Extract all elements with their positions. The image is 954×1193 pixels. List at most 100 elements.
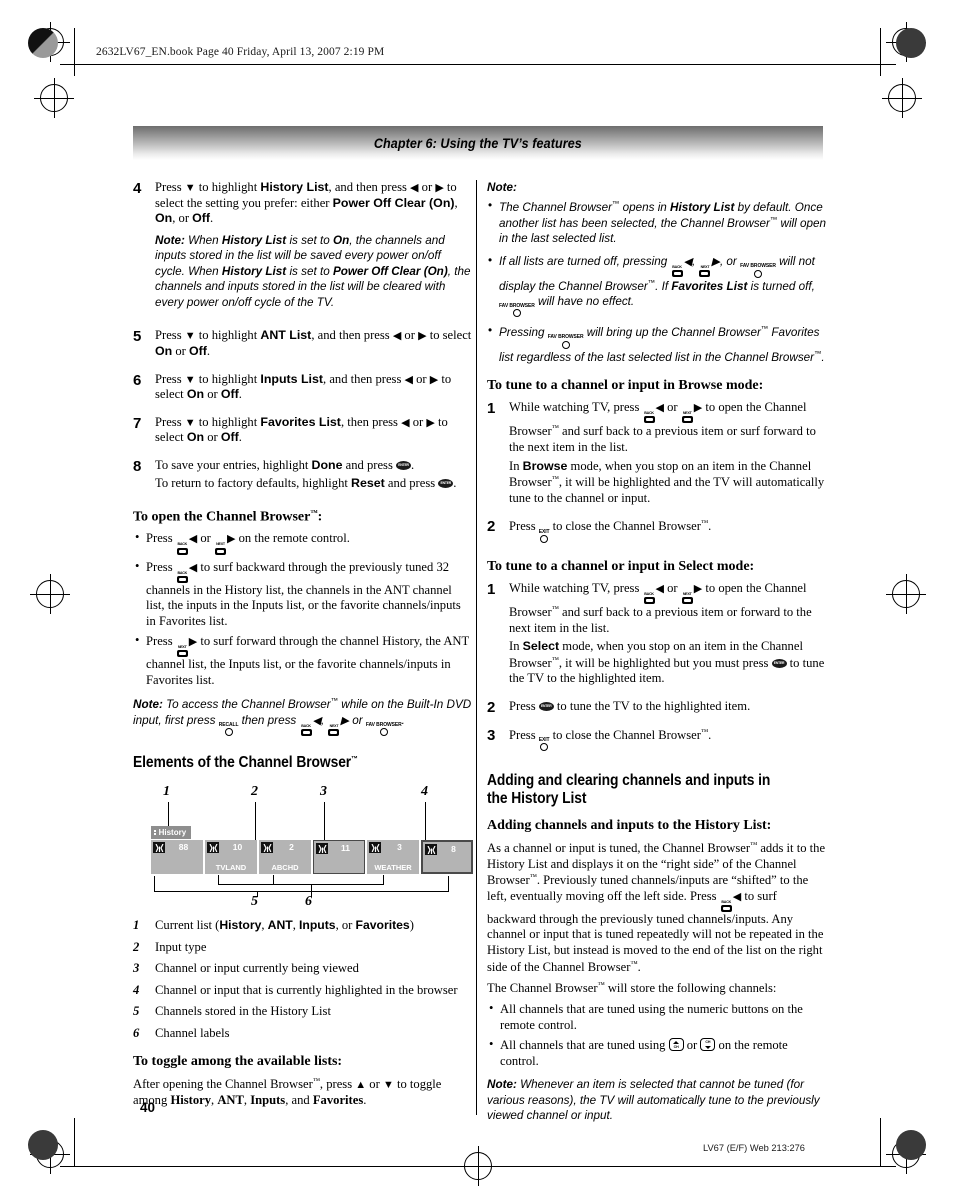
browse-mode-heading: To tune to a channel or input in Browse … (487, 378, 764, 394)
crop-line-right-bottom-vertical (880, 1118, 881, 1166)
browse-mode-steps: 1 While watching TV, press BACK ◀ or NEXT ▶… (487, 400, 827, 546)
back-button-icon[interactable]: BACK (176, 543, 189, 555)
leader-line-1 (168, 802, 169, 827)
channel-number: 10 (232, 842, 243, 853)
trademark-mark: ™ (597, 980, 605, 990)
trademark-mark: ™ (612, 198, 620, 208)
crop-line-right-vertical (880, 28, 881, 76)
antenna-icon-shape (370, 843, 380, 852)
channel-cell[interactable]: 10 TVLAND (205, 840, 257, 875)
select-mode-heading: To tune to a channel or input in Select … (487, 559, 755, 575)
antenna-icon-shape (208, 843, 218, 852)
fav-browser-button-icon[interactable]: FAV BROWSER (366, 722, 402, 737)
corner-color-dot-top-right (896, 28, 926, 58)
channel-label: WEATHER (374, 862, 412, 872)
legend-text: Channel or input that is currently highl… (155, 982, 458, 997)
next-button-icon[interactable]: NEXT (327, 724, 340, 736)
antenna-input-icon (153, 842, 165, 854)
toggle-section-text: After opening the Channel Browser™, pres… (133, 1075, 442, 1107)
exit-button-icon[interactable]: EXIT (539, 737, 550, 752)
back-button-icon[interactable]: BACK (643, 412, 656, 424)
bracket-5-rule (154, 891, 449, 893)
leader-line-2 (255, 802, 256, 843)
page-number: 40 (140, 1100, 156, 1115)
antenna-input-icon (369, 842, 381, 854)
legend-item: 6 Channel labels (133, 1026, 473, 1041)
trademark-mark: ™ (529, 872, 537, 882)
crop-line-bottom-horizontal (60, 1166, 896, 1167)
next-button-icon[interactable]: NEXT (214, 543, 227, 555)
step-text: In Select mode, when you stop on an item… (509, 639, 827, 687)
step-number: 3 (487, 726, 496, 744)
down-arrow-icon: ▼ (184, 373, 196, 386)
list-scroll-dots-icon (154, 830, 156, 836)
back-button-icon[interactable]: BACK (300, 724, 313, 736)
bracket-6-rule (218, 884, 384, 886)
channel-down-button-icon[interactable]: CH (700, 1038, 716, 1052)
step-text: Press EXIT to close the Channel Browser™… (509, 518, 827, 544)
note-label: Note: (487, 181, 517, 194)
channel-cell[interactable]: 3 WEATHER (367, 840, 419, 875)
callout-3: 3 (320, 784, 327, 800)
left-arrow-icon: ◀ (410, 182, 419, 194)
back-button-icon[interactable]: BACK (720, 900, 733, 912)
fav-browser-button-icon[interactable]: FAV BROWSER (740, 264, 776, 278)
channel-cell[interactable]: 11 (313, 840, 365, 875)
fav-browser-button-icon[interactable]: FAV BROWSER (548, 335, 584, 349)
step-body: While watching TV, press BACK ◀ or NEXT ▶ … (509, 581, 827, 690)
enter-button-icon[interactable] (396, 460, 412, 470)
callout-4: 4 (421, 784, 428, 800)
trademark-mark: ™ (312, 1075, 320, 1085)
left-arrow-icon: ◀ (404, 373, 413, 386)
note-bullet-list: The Channel Browser™ opens in History Li… (487, 198, 827, 366)
channel-number: 8 (451, 844, 456, 855)
step-body: To save your entries, highlight Done and… (155, 458, 473, 495)
down-arrow-icon: ▼ (184, 330, 196, 343)
channel-cell[interactable]: 2 ABCHD (259, 840, 311, 875)
antenna-icon-shape (154, 843, 164, 852)
step-number: 4 (133, 180, 142, 197)
back-button-icon[interactable]: BACK (176, 571, 189, 583)
enter-button-icon[interactable] (438, 479, 454, 489)
step-number: 7 (133, 414, 142, 432)
channel-cell[interactable]: 8 (421, 840, 473, 875)
trademark-mark: ™ (814, 348, 822, 358)
next-button-icon[interactable]: NEXT (176, 646, 189, 658)
left-column: 4 Press ▼ to highlight History List, and … (133, 180, 473, 1113)
trademark-mark: ™ (769, 215, 778, 225)
channel-up-button-icon[interactable]: CH (668, 1038, 684, 1052)
step-text: Press ▼ to highlight Favorites List, the… (155, 414, 448, 445)
channel-cell[interactable]: 88 (151, 840, 203, 875)
next-button-icon[interactable]: NEXT (681, 592, 694, 604)
channel-browser-strip: 88 10 TVLAND 2 ABCHD 11 3 WEATHER 8 (151, 840, 473, 875)
right-arrow-icon: ▶ (711, 256, 720, 269)
chapter-title: Chapter 6: Using the TV’s features (373, 135, 583, 151)
left-arrow-icon: ◀ (401, 416, 410, 429)
bullet-item: Press BACK◀ or NEXT▶ on the remote contr… (133, 530, 473, 555)
step-text: Press ▼ to highlight ANT List, and then … (155, 328, 472, 359)
step-text: Press EXIT to close the Channel Browser™… (509, 727, 827, 752)
left-arrow-icon: ◀ (312, 714, 321, 727)
registration-mark-top-center-left (34, 78, 74, 118)
manual-page: 2632LV67_EN.book Page 40 Friday, April 1… (0, 0, 954, 1193)
enter-button-icon[interactable] (771, 658, 787, 668)
header-rule (60, 64, 896, 65)
recall-button-icon[interactable]: RECALL (219, 722, 239, 737)
enter-button-icon[interactable] (538, 702, 554, 712)
antenna-input-icon (425, 844, 437, 856)
toggle-section-heading: To toggle among the available lists: (133, 1054, 343, 1070)
note-item: If all lists are turned off, pressing BA… (487, 253, 827, 318)
exit-button-icon[interactable]: EXIT (539, 529, 550, 544)
next-button-icon[interactable]: NEXT (681, 412, 694, 424)
fav-browser-button-icon[interactable]: FAV BROWSER (499, 303, 535, 318)
corner-color-dot-bottom-right (896, 1130, 926, 1160)
back-button-icon[interactable]: BACK (671, 265, 684, 278)
next-button-icon[interactable]: NEXT (698, 265, 711, 278)
step-text: Press ▼ to highlight History List, and t… (155, 180, 458, 226)
numbered-step: 5 Press ▼ to highlight ANT List, and then… (133, 328, 473, 362)
back-button-icon[interactable]: BACK (643, 592, 656, 604)
antenna-input-icon (207, 842, 219, 854)
step-note: Note: When History List is set to On, th… (155, 233, 471, 309)
channel-number: 3 (397, 842, 402, 853)
right-arrow-icon: ▶ (340, 714, 349, 727)
